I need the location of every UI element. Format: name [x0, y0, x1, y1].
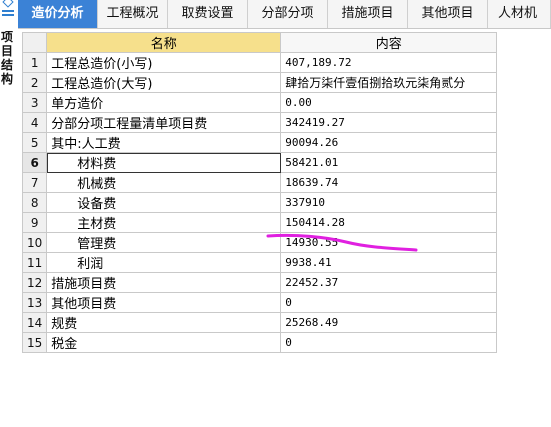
app-window: 项目结构 造价分析 工程概况 取费设置 分部分项 措施项目 其他项目 人材机 名…: [0, 0, 551, 427]
row-number: 7: [21, 172, 48, 193]
row-number: 12: [21, 272, 48, 293]
row-number: 14: [21, 312, 48, 333]
project-structure-panel: 项目结构: [0, 0, 18, 427]
row-name[interactable]: 税金: [46, 332, 282, 353]
row-value[interactable]: 0: [280, 332, 498, 353]
row-name[interactable]: 单方造价: [46, 92, 282, 113]
table-row[interactable]: 4 分部分项工程量清单项目费 342419.27: [21, 112, 498, 133]
row-value[interactable]: 0.00: [280, 92, 498, 113]
expand-icon[interactable]: [2, 0, 14, 16]
row-name[interactable]: 其他项目费: [46, 292, 282, 313]
tab-project-overview[interactable]: 工程概况: [98, 0, 168, 28]
row-name[interactable]: 工程总造价(小写): [46, 52, 282, 73]
row-name[interactable]: 利润: [46, 252, 282, 273]
row-value[interactable]: 407,189.72: [280, 52, 498, 73]
table-row[interactable]: 5 其中:人工费 90094.26: [21, 132, 498, 153]
table-row[interactable]: 7 机械费 18639.74: [21, 172, 498, 193]
row-number: 10: [21, 232, 48, 253]
row-number: 4: [21, 112, 48, 133]
row-name[interactable]: 其中:人工费: [46, 132, 282, 153]
row-number: 15: [21, 332, 48, 353]
row-number: 13: [21, 292, 48, 313]
row-value[interactable]: 0: [280, 292, 498, 313]
table-row[interactable]: 13 其他项目费 0: [21, 292, 498, 313]
table-row[interactable]: 3 单方造价 0.00: [21, 92, 498, 113]
row-number-header: [21, 32, 48, 53]
row-value[interactable]: 22452.37: [280, 272, 498, 293]
table-row-selected[interactable]: 6 材料费 58421.01: [21, 152, 498, 173]
row-name[interactable]: 措施项目费: [46, 272, 282, 293]
row-name[interactable]: 管理费: [46, 232, 282, 253]
tab-sub-items[interactable]: 分部分项: [248, 0, 328, 28]
tab-bar: 造价分析 工程概况 取费设置 分部分项 措施项目 其他项目 人材机: [18, 0, 551, 29]
row-value[interactable]: 337910: [280, 192, 498, 213]
project-structure-label[interactable]: 项目结构: [1, 30, 15, 86]
row-number: 9: [21, 212, 48, 233]
row-name[interactable]: 设备费: [46, 192, 282, 213]
row-value[interactable]: 18639.74: [280, 172, 498, 193]
tab-other-items[interactable]: 其他项目: [408, 0, 488, 28]
row-value[interactable]: 90094.26: [280, 132, 498, 153]
tab-cost-analysis[interactable]: 造价分析: [18, 0, 98, 28]
tab-fee-settings[interactable]: 取费设置: [168, 0, 248, 28]
row-number: 11: [21, 252, 48, 273]
row-value[interactable]: 25268.49: [280, 312, 498, 333]
column-header-content[interactable]: 内容: [280, 32, 498, 53]
row-number: 6: [21, 152, 48, 173]
row-number: 5: [21, 132, 48, 153]
tab-labor-material-machine[interactable]: 人材机: [488, 0, 551, 28]
row-number: 3: [21, 92, 48, 113]
handwritten-annotation-stroke: [266, 233, 418, 252]
row-number: 1: [21, 52, 48, 73]
row-name[interactable]: 规费: [46, 312, 282, 333]
row-number: 8: [21, 192, 48, 213]
row-name[interactable]: 分部分项工程量清单项目费: [46, 112, 282, 133]
column-header-name[interactable]: 名称: [46, 32, 282, 53]
tab-measure-items[interactable]: 措施项目: [328, 0, 408, 28]
table-row[interactable]: 15 税金 0: [21, 332, 498, 353]
row-name[interactable]: 工程总造价(大写): [46, 72, 282, 93]
row-value[interactable]: 342419.27: [280, 112, 498, 133]
table-row[interactable]: 1 工程总造价(小写) 407,189.72: [21, 52, 498, 73]
row-name[interactable]: 材料费: [46, 152, 282, 173]
table-header-row: 名称 内容: [21, 32, 498, 53]
table-row[interactable]: 14 规费 25268.49: [21, 312, 498, 333]
table-row[interactable]: 2 工程总造价(大写) 肆拾万柒仟壹佰捌拾玖元柒角贰分: [21, 72, 498, 93]
table-row[interactable]: 8 设备费 337910: [21, 192, 498, 213]
row-name[interactable]: 机械费: [46, 172, 282, 193]
row-value[interactable]: 58421.01: [280, 152, 498, 173]
row-number: 2: [21, 72, 48, 93]
table-row[interactable]: 12 措施项目费 22452.37: [21, 272, 498, 293]
cost-analysis-grid: 名称 内容 1 工程总造价(小写) 407,189.72 2 工程总造价(大写)…: [21, 32, 498, 353]
row-name[interactable]: 主材费: [46, 212, 282, 233]
row-value[interactable]: 肆拾万柒仟壹佰捌拾玖元柒角贰分: [280, 72, 498, 93]
